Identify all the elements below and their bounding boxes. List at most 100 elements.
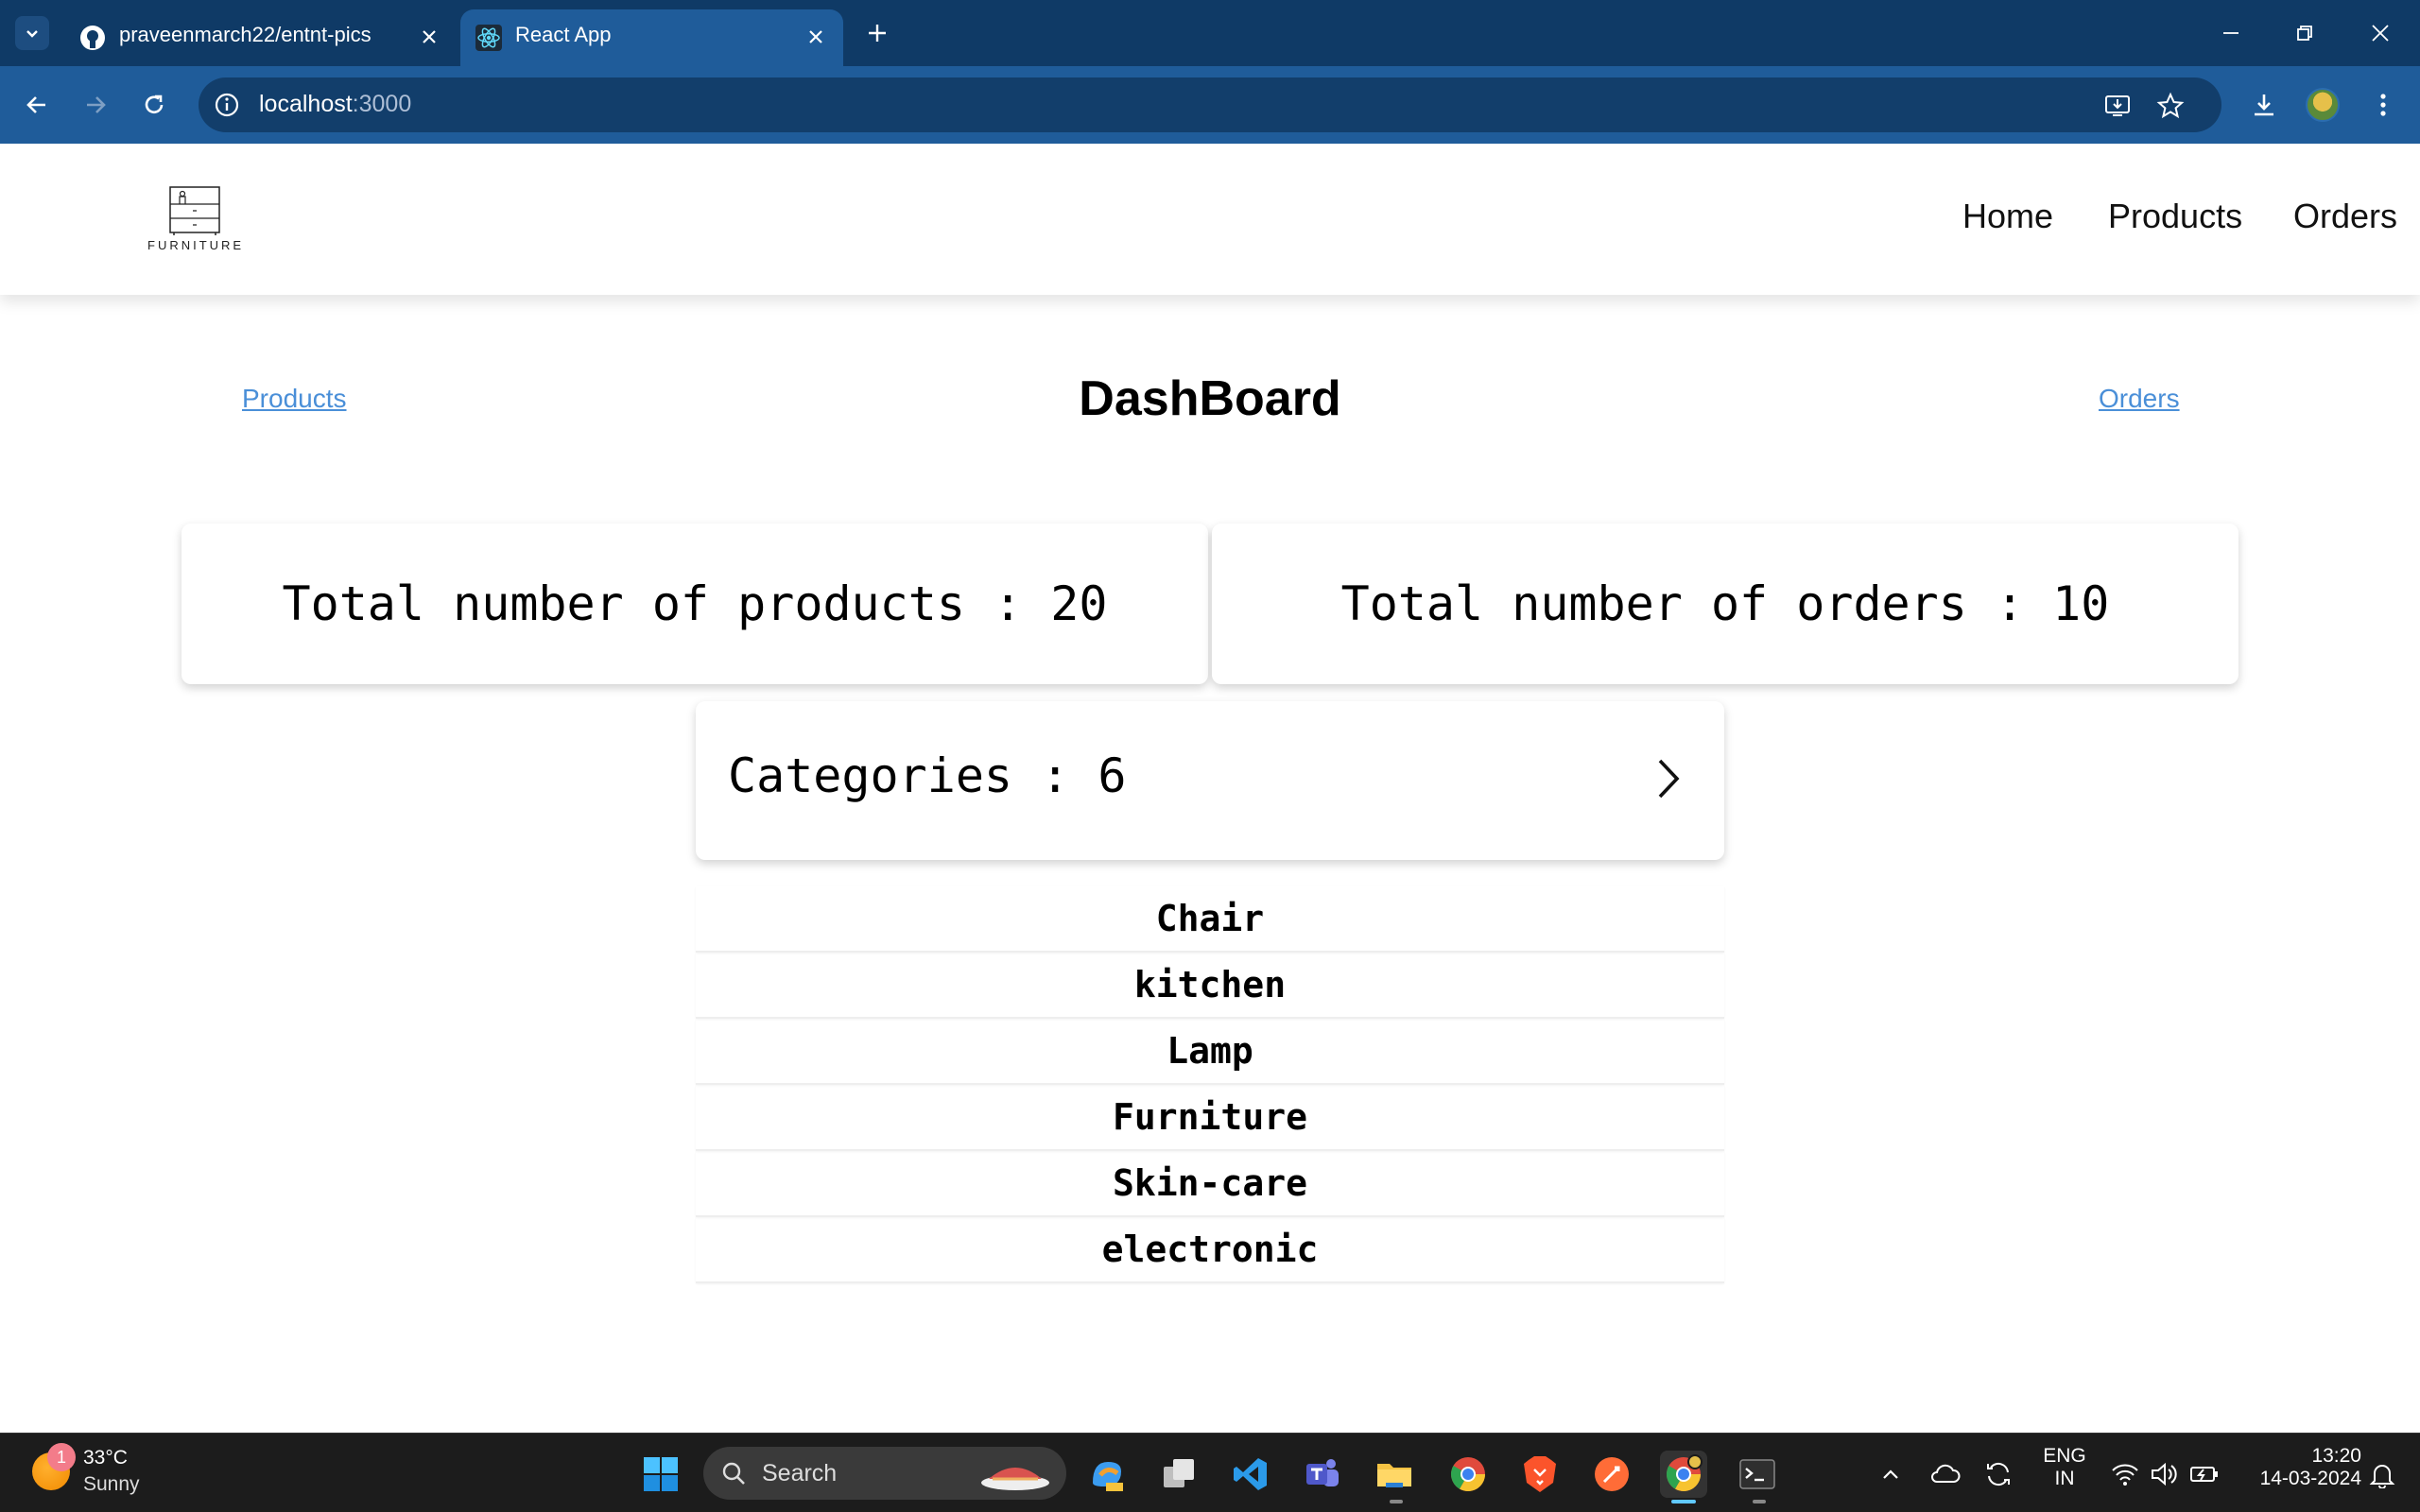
chevron-up-icon [1883, 1469, 1898, 1479]
search-label: Search [762, 1460, 838, 1486]
wifi-tray-button[interactable] [2104, 1451, 2146, 1498]
bell-icon [2369, 1465, 2395, 1488]
categories-list: Chair kitchen Lamp Furniture Skin-care e… [696, 886, 1724, 1283]
nav-home-link[interactable]: Home [1962, 197, 2053, 236]
clock-time: 13:20 [2311, 1445, 2361, 1467]
products-stat-text: Total number of products : 20 [282, 576, 1108, 631]
terminal-icon [1739, 1459, 1775, 1489]
taskbar: 1 33°C Sunny Search ENG IN 13:20 14-03-2… [0, 1433, 2420, 1512]
tab-title: praveenmarch22/entnt-pics [119, 23, 372, 46]
search-icon [722, 1462, 745, 1485]
taskbar-chrome[interactable] [1444, 1451, 1492, 1498]
onedrive-tray-button[interactable] [1925, 1451, 1966, 1498]
site-header: FURNITURE Home Products Orders [0, 144, 2420, 295]
download-icon [2255, 94, 2273, 116]
teams-icon [1306, 1459, 1339, 1486]
orders-stat-card: Total number of orders : 10 [1212, 524, 2238, 684]
downloads-button[interactable] [2242, 83, 2286, 127]
copilot-icon [1093, 1462, 1123, 1491]
taskbar-vscode[interactable] [1227, 1451, 1274, 1498]
logo-text: FURNITURE [147, 238, 245, 252]
address-bar[interactable]: localhost:3000 [199, 77, 2221, 132]
page-title: DashBoard [1079, 371, 1341, 426]
reload-button[interactable] [132, 83, 176, 127]
more-vert-icon [2380, 94, 2386, 116]
profile-button[interactable] [2301, 83, 2344, 127]
avatar [2306, 88, 2340, 122]
folder-icon [1377, 1464, 1411, 1487]
arrow-left-icon [26, 96, 45, 113]
category-item[interactable]: Chair [696, 886, 1724, 953]
region-code: IN [2054, 1468, 2075, 1489]
close-tab-button[interactable] [415, 23, 443, 51]
minimize-button[interactable] [2203, 9, 2259, 57]
restore-icon [2297, 26, 2312, 41]
running-indicator [1753, 1500, 1766, 1503]
tab-github[interactable]: praveenmarch22/entnt-pics [64, 9, 457, 66]
language-indicator[interactable]: ENG IN [2038, 1445, 2091, 1490]
new-tab-button[interactable] [860, 16, 894, 50]
web-page: FURNITURE Home Products Orders Products … [0, 144, 2420, 1433]
postman-icon [1595, 1457, 1629, 1491]
taskbar-copilot[interactable] [1083, 1451, 1131, 1498]
category-item[interactable]: Skin-care [696, 1151, 1724, 1217]
taskbar-postman[interactable] [1588, 1451, 1635, 1498]
category-item[interactable]: Lamp [696, 1019, 1724, 1085]
weather-description: Sunny [83, 1473, 140, 1495]
install-icon [2105, 95, 2130, 116]
browser-menu-button[interactable] [2361, 83, 2405, 127]
back-button[interactable] [15, 83, 59, 127]
windows-logo-icon [644, 1457, 678, 1491]
categories-card[interactable]: Categories : 6 [696, 701, 1724, 860]
chevron-down-icon [26, 30, 38, 38]
taskbar-teams[interactable] [1299, 1451, 1346, 1498]
close-window-button[interactable] [2352, 9, 2409, 57]
start-button[interactable] [637, 1451, 684, 1498]
install-app-button[interactable] [2100, 89, 2135, 123]
tab-react-app[interactable]: React App [460, 9, 843, 66]
tab-title: React App [515, 23, 612, 46]
reload-icon [145, 94, 164, 113]
taskbar-file-explorer[interactable] [1371, 1451, 1418, 1498]
info-icon[interactable] [212, 90, 242, 120]
language-code: ENG [2043, 1445, 2086, 1467]
github-icon [80, 26, 105, 50]
plus-icon [869, 25, 886, 42]
taskbar-chrome-active[interactable] [1660, 1451, 1707, 1498]
taskbar-brave[interactable] [1516, 1451, 1564, 1498]
taskbar-search[interactable]: Search [703, 1447, 1066, 1500]
show-hidden-icons-button[interactable] [1872, 1451, 1910, 1498]
taskbar-terminal[interactable] [1734, 1451, 1781, 1498]
forward-button[interactable] [74, 83, 117, 127]
orders-stat-text: Total number of orders : 10 [1340, 576, 2110, 631]
brave-icon [1524, 1456, 1556, 1492]
site-logo[interactable]: FURNITURE [147, 183, 242, 259]
weather-temperature: 33°C [83, 1447, 128, 1469]
products-stat-card: Total number of products : 20 [182, 524, 1208, 684]
taskbar-task-view[interactable] [1155, 1451, 1202, 1498]
clock[interactable]: 13:20 14-03-2024 [2237, 1445, 2361, 1490]
category-item[interactable]: kitchen [696, 953, 1724, 1019]
battery-icon [2190, 1467, 2218, 1482]
categories-toggle-button[interactable] [1639, 750, 1696, 807]
star-icon [2156, 92, 2185, 119]
sync-tray-button[interactable] [1978, 1451, 2019, 1498]
nav-products-link[interactable]: Products [2108, 197, 2242, 236]
chrome-icon [1450, 1457, 1485, 1492]
close-tab-button[interactable] [802, 23, 830, 51]
notifications-button[interactable] [2361, 1451, 2403, 1498]
bookmark-button[interactable] [2153, 89, 2187, 123]
nav-orders-link[interactable]: Orders [2293, 197, 2397, 236]
arrow-right-icon [87, 96, 106, 113]
category-item[interactable]: Furniture [696, 1085, 1724, 1151]
tab-search-button[interactable] [15, 16, 49, 50]
restore-button[interactable] [2276, 9, 2333, 57]
volume-tray-button[interactable] [2144, 1451, 2186, 1498]
task-view-icon [1164, 1459, 1194, 1487]
react-icon [475, 25, 502, 51]
volume-icon [2152, 1462, 2177, 1486]
battery-tray-button[interactable] [2184, 1451, 2225, 1498]
orders-link[interactable]: Orders [2099, 384, 2180, 414]
url-text: localhost:3000 [259, 91, 411, 118]
category-item[interactable]: electronic [696, 1217, 1724, 1283]
